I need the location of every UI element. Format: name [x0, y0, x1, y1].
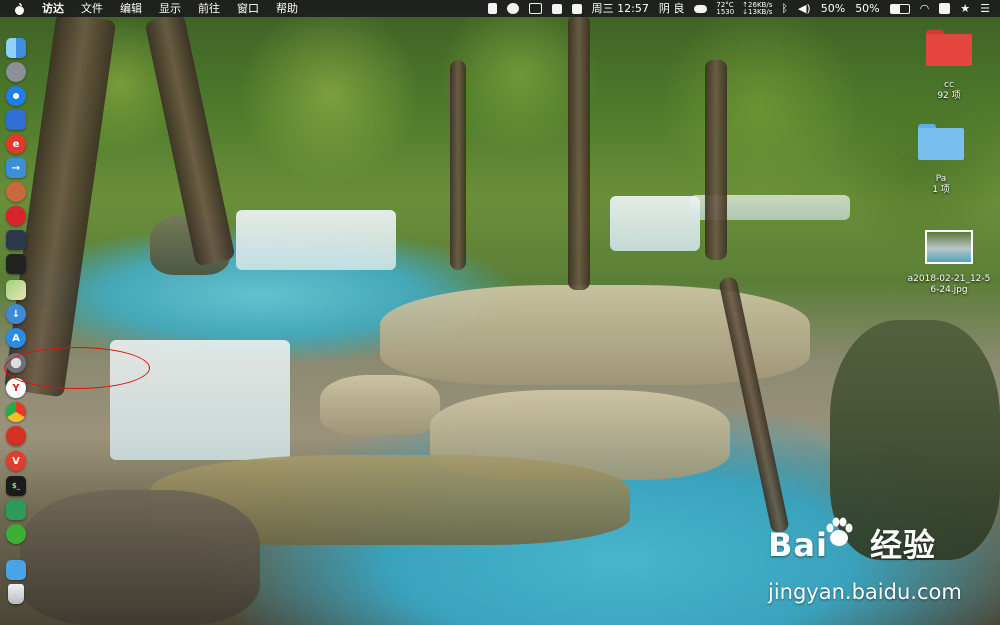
display-icon[interactable]: [528, 3, 542, 14]
status-battery-1[interactable]: 50%: [821, 0, 845, 17]
chrome-icon[interactable]: [6, 402, 26, 422]
menu-view[interactable]: 显示: [159, 0, 181, 17]
wallpaper-tree: [568, 15, 590, 290]
desktop-item-name: Pa: [935, 174, 947, 184]
system-monitor[interactable]: 72°C 1530: [716, 1, 735, 16]
menu-window[interactable]: 窗口: [237, 0, 259, 17]
desktop-folder-cc[interactable]: cc 92 项: [916, 30, 982, 102]
fox-icon[interactable]: [6, 182, 26, 202]
vivaldi-icon[interactable]: V: [6, 451, 26, 471]
green-app-icon[interactable]: [6, 500, 26, 520]
maps-icon[interactable]: [6, 280, 26, 300]
desktop-item-name-line2: 6-24.jpg: [930, 285, 968, 295]
favorites-star-icon[interactable]: ★: [960, 0, 970, 17]
status-battery-2[interactable]: 50%: [855, 0, 879, 17]
menu-edit[interactable]: 编辑: [120, 0, 142, 17]
safari-icon[interactable]: [6, 86, 26, 106]
wallpaper-waterfall: [610, 196, 700, 251]
launchpad-icon[interactable]: [6, 62, 26, 82]
desktop-item-name-line1: a2018-02-21_12-5: [907, 274, 991, 284]
wifi-icon[interactable]: ◠: [920, 0, 930, 17]
menu-bar: 访达 文件 编辑 显示 前往 窗口 帮助 周三 12:57 阴 良 72°C 1…: [0, 0, 1000, 17]
wechat-status-icon[interactable]: [506, 3, 519, 14]
app-s-icon[interactable]: [939, 3, 951, 14]
menu-go[interactable]: 前往: [198, 0, 220, 17]
status-cpu: 1530: [716, 7, 735, 16]
battery-icon[interactable]: [889, 3, 910, 14]
screen-app-icon[interactable]: [6, 230, 26, 250]
status-app-icon[interactable]: [487, 3, 497, 14]
desktop-image-file[interactable]: a2018-02-21_12-5 6-24.jpg: [900, 230, 998, 296]
watermark-logo-text2: 经验: [869, 526, 936, 564]
terminal-icon[interactable]: $_: [6, 476, 26, 496]
menu-file[interactable]: 文件: [81, 0, 103, 17]
notification-center-icon[interactable]: ☰: [980, 0, 990, 17]
wallpaper-rock: [320, 375, 440, 435]
desktop-item-detail: 1 项: [932, 185, 950, 195]
apple-menu-icon[interactable]: [14, 2, 25, 15]
cloud-icon[interactable]: [694, 4, 708, 13]
status-weather[interactable]: 阴 良: [659, 0, 685, 17]
finder-icon[interactable]: [6, 38, 26, 58]
wallpaper-rock: [20, 490, 260, 625]
highlight-ellipse: [4, 347, 150, 389]
trash-icon[interactable]: [8, 584, 24, 604]
appstore-icon[interactable]: A: [6, 328, 26, 348]
network-monitor[interactable]: ↑26KB/s ↓13KB/s: [742, 1, 773, 16]
menu-app-finder[interactable]: 访达: [42, 0, 64, 17]
migration-icon[interactable]: →: [6, 158, 26, 178]
wallpaper-tree: [450, 60, 466, 270]
wallpaper-waterfall: [236, 210, 396, 270]
desktop-folder-pa[interactable]: Pa 1 项: [906, 124, 976, 196]
download-icon[interactable]: ↓: [6, 304, 26, 324]
volume-icon[interactable]: ◀): [798, 0, 811, 17]
menu-help[interactable]: 帮助: [276, 0, 298, 17]
dock: e → ↓ A Y V $_: [4, 36, 28, 606]
folder-icon: [918, 124, 964, 160]
image-thumbnail: [925, 230, 973, 264]
bluetooth-icon[interactable]: ᛒ: [781, 0, 788, 17]
status-net-down: ↓13KB/s: [742, 7, 773, 16]
watermark-logo-text: Bai: [768, 526, 828, 564]
folder-stack-icon[interactable]: [6, 560, 26, 580]
folder-icon: [926, 30, 972, 66]
grid-icon[interactable]: [551, 3, 562, 14]
search-app-icon[interactable]: [6, 110, 26, 130]
netease-music-icon[interactable]: [6, 426, 26, 446]
calendar-status-icon[interactable]: [571, 3, 582, 14]
baidu-logo-text: Bai 经验: [768, 520, 936, 566]
watermark-url: jingyan.baidu.com: [768, 580, 962, 604]
wechat-icon[interactable]: [6, 524, 26, 544]
desktop-item-name: cc: [944, 80, 954, 90]
wallpaper-tree: [705, 60, 727, 260]
status-day-time[interactable]: 周三 12:57: [592, 0, 649, 17]
dark-app-icon[interactable]: [6, 254, 26, 274]
desktop-item-detail: 92 项: [937, 91, 961, 101]
mark-app-icon[interactable]: [6, 206, 26, 226]
e-app-icon[interactable]: e: [6, 134, 26, 154]
